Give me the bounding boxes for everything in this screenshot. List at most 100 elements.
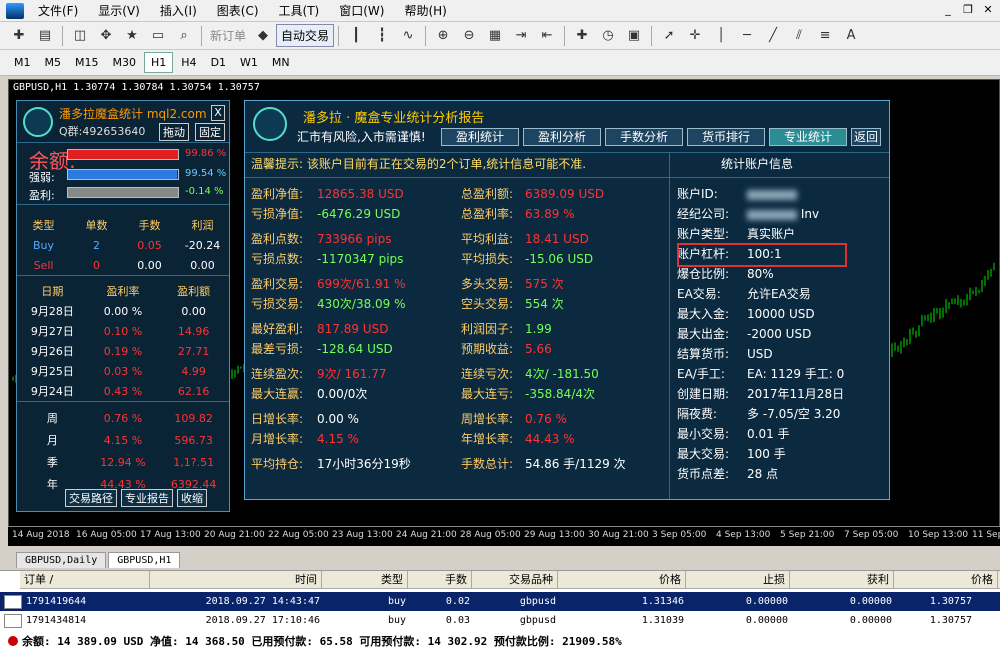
account-info-title: 统计账户信息 bbox=[721, 157, 794, 171]
col-symbol[interactable]: 交易品种 bbox=[472, 571, 558, 588]
trendline-icon[interactable]: ╱ bbox=[762, 25, 784, 47]
menu-view[interactable]: 显示(V) bbox=[88, 0, 150, 22]
stat-value: 4.15 % bbox=[317, 432, 359, 446]
account-label: 创建日期: bbox=[677, 387, 730, 401]
minimize-icon[interactable]: _ bbox=[940, 2, 956, 18]
tf-h4[interactable]: H4 bbox=[175, 53, 202, 72]
restore-icon[interactable]: ❐ bbox=[960, 2, 976, 18]
drag-button[interactable]: 拖动 bbox=[159, 123, 189, 141]
tf-d1[interactable]: D1 bbox=[205, 53, 232, 72]
col-type[interactable]: 类型 bbox=[322, 571, 408, 588]
terminal-panel: 订单 / 时间 类型 手数 交易品种 价格 止损 获利 价格 179141964… bbox=[0, 570, 1000, 664]
order-time: 2018.09.27 17:10:46 bbox=[205, 615, 320, 626]
qq-group: Q群:492653640 bbox=[59, 125, 146, 138]
col-price[interactable]: 价格 bbox=[558, 571, 686, 588]
account-item: EA交易: 允许EA交易 bbox=[677, 285, 811, 302]
menu-tools[interactable]: 工具(T) bbox=[269, 0, 330, 22]
trade-path-button[interactable]: 交易路径 bbox=[65, 489, 117, 507]
col-cur-price[interactable]: 价格 bbox=[894, 571, 998, 588]
col-lots[interactable]: 手数 bbox=[408, 571, 472, 588]
tab-pro-stats[interactable]: 专业统计 bbox=[769, 128, 847, 146]
pin-button[interactable]: 固定 bbox=[195, 123, 225, 141]
menu-file[interactable]: 文件(F) bbox=[28, 0, 88, 22]
chart-shift-icon[interactable]: ⇤ bbox=[536, 25, 558, 47]
crosshair-icon[interactable]: ✛ bbox=[684, 25, 706, 47]
tile-icon[interactable]: ▦ bbox=[484, 25, 506, 47]
col-date: 日期 bbox=[41, 285, 64, 298]
tab-gbpusd-daily[interactable]: GBPUSD,Daily bbox=[16, 552, 107, 568]
stat-label: 空头交易: bbox=[461, 297, 514, 311]
auto-trading-button[interactable]: 自动交易 bbox=[276, 24, 335, 47]
stat-label: 盈利点数: bbox=[251, 232, 304, 246]
channel-icon[interactable]: ⫽ bbox=[788, 25, 810, 47]
tf-w1[interactable]: W1 bbox=[234, 53, 264, 72]
tf-h1[interactable]: H1 bbox=[144, 52, 174, 73]
tf-m30[interactable]: M30 bbox=[107, 53, 143, 72]
balance-pct: 99.86 % bbox=[185, 148, 227, 159]
cursor-icon[interactable]: ➚ bbox=[658, 25, 680, 47]
col-tp[interactable]: 获利 bbox=[790, 571, 894, 588]
equity-pct: 99.54 % bbox=[185, 168, 227, 179]
close-icon[interactable]: ✕ bbox=[980, 2, 996, 18]
back-button[interactable]: 返回 bbox=[851, 128, 881, 146]
stat-label: 盈利净值: bbox=[251, 187, 304, 201]
terminal-icon[interactable]: ▭ bbox=[147, 25, 169, 47]
metaeditor-icon[interactable]: ◆ bbox=[252, 25, 274, 47]
periods-icon[interactable]: ◷ bbox=[597, 25, 619, 47]
menu-window[interactable]: 窗口(W) bbox=[329, 0, 394, 22]
zoom-in-icon[interactable]: ⊕ bbox=[432, 25, 454, 47]
vertical-line-icon[interactable]: │ bbox=[710, 25, 732, 47]
stat-item: 手数总计: 54.86 手/1129 次 bbox=[461, 455, 626, 472]
menu-help[interactable]: 帮助(H) bbox=[394, 0, 456, 22]
col-sl[interactable]: 止损 bbox=[686, 571, 790, 588]
line-chart-icon[interactable]: ∿ bbox=[397, 25, 419, 47]
new-chart-icon[interactable]: ✚ bbox=[8, 25, 30, 47]
balance-bar bbox=[67, 149, 179, 160]
col-time[interactable]: 时间 bbox=[150, 571, 322, 588]
pro-report-button[interactable]: 专业报告 bbox=[121, 489, 173, 507]
bar-chart-icon[interactable]: ┃ bbox=[345, 25, 367, 47]
data-window-icon[interactable]: ✥ bbox=[95, 25, 117, 47]
new-order-button[interactable]: 新订单 bbox=[206, 27, 250, 44]
table-row[interactable]: 1791434814 2018.09.27 17:10:46 buy 0.03 … bbox=[0, 611, 1000, 630]
tab-lots-analysis[interactable]: 手数分析 bbox=[605, 128, 683, 146]
account-value: EA: 1129 手工: 0 bbox=[747, 367, 845, 381]
zoom-out-icon[interactable]: ⊖ bbox=[458, 25, 480, 47]
stat-value: 63.89 % bbox=[525, 207, 575, 221]
summary-text: 余额: 14 389.09 USD 净值: 14 368.50 已用预付款: 6… bbox=[22, 635, 622, 648]
menu-charts[interactable]: 图表(C) bbox=[207, 0, 269, 22]
tf-m5[interactable]: M5 bbox=[39, 53, 68, 72]
candlestick-icon[interactable]: ┇ bbox=[371, 25, 393, 47]
fibonacci-icon[interactable]: ≡ bbox=[814, 25, 836, 47]
navigator-icon[interactable]: ★ bbox=[121, 25, 143, 47]
period-amount: 109.82 bbox=[174, 411, 213, 425]
account-label: 最大出金: bbox=[677, 327, 730, 341]
indicators-icon[interactable]: ✚ bbox=[571, 25, 593, 47]
table-row[interactable]: 1791419644 2018.09.27 14:43:47 buy 0.02 … bbox=[0, 592, 1000, 611]
tf-mn[interactable]: MN bbox=[266, 53, 296, 72]
col-order[interactable]: 订单 / bbox=[20, 571, 150, 588]
tab-profit-stats[interactable]: 盈利统计 bbox=[441, 128, 519, 146]
balance-section: 余额: 99.86 % 强弱: 99.54 % 盈利: -0.14 % bbox=[17, 143, 229, 205]
account-label: EA/手工: bbox=[677, 367, 725, 381]
stat-value: 0.00/0次 bbox=[317, 387, 368, 401]
collapse-button[interactable]: 收缩 bbox=[177, 489, 207, 507]
text-icon[interactable]: A bbox=[840, 25, 862, 47]
col-amount: 盈利额 bbox=[177, 285, 211, 298]
tab-currency-rank[interactable]: 货币排行 bbox=[687, 128, 765, 146]
autoscroll-icon[interactable]: ⇥ bbox=[510, 25, 532, 47]
status-dot-icon bbox=[8, 636, 18, 646]
horizontal-line-icon[interactable]: ─ bbox=[736, 25, 758, 47]
panel-divider bbox=[669, 153, 670, 499]
tf-m15[interactable]: M15 bbox=[69, 53, 105, 72]
menu-insert[interactable]: 插入(I) bbox=[150, 0, 207, 22]
tf-m1[interactable]: M1 bbox=[8, 53, 37, 72]
tester-icon[interactable]: ⌕ bbox=[173, 25, 195, 47]
templates-icon[interactable]: ▣ bbox=[623, 25, 645, 47]
market-watch-icon[interactable]: ◫ bbox=[69, 25, 91, 47]
tab-profit-analysis[interactable]: 盈利分析 bbox=[523, 128, 601, 146]
profiles-icon[interactable]: ▤ bbox=[34, 25, 56, 47]
mini-close-button[interactable]: X bbox=[211, 105, 225, 121]
period-rate: 0.76 % bbox=[103, 411, 143, 425]
tab-gbpusd-h1[interactable]: GBPUSD,H1 bbox=[108, 552, 181, 568]
